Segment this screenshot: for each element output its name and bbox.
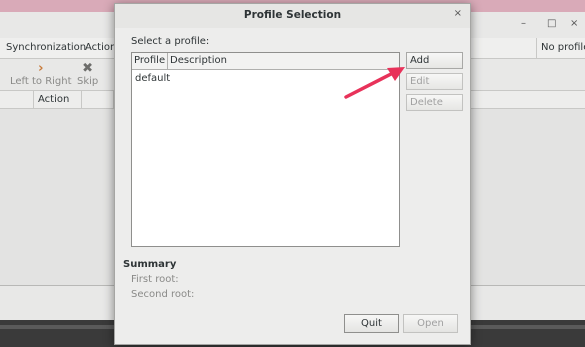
delete-button[interactable]: Delete (406, 94, 463, 111)
profile-indicator-label: No profile (541, 42, 585, 53)
chevron-right-icon: › (38, 61, 44, 76)
dialog-title: Profile Selection (243, 9, 342, 21)
annotation-arrow-icon (344, 67, 405, 99)
summary-heading: Summary (123, 259, 177, 270)
dialog-titlebar: Profile Selection × (115, 4, 470, 28)
edit-button[interactable]: Edit (406, 73, 463, 90)
left-to-right-label: Left to Right (10, 76, 72, 87)
column-header-profile[interactable]: Profile (132, 53, 168, 69)
menu-action[interactable]: Action (85, 42, 116, 53)
profile-selection-dialog: Profile Selection × Select a profile: Pr… (114, 3, 471, 345)
profile-indicator: No profile (536, 38, 585, 58)
menu-synchronization[interactable]: Synchronization (6, 42, 86, 53)
add-button[interactable]: Add (406, 52, 463, 69)
description-cell (168, 71, 171, 87)
skip-button[interactable]: ✖ Skip (77, 61, 99, 88)
maximize-button[interactable]: □ (547, 18, 556, 29)
column-header-extra[interactable] (82, 91, 114, 108)
second-root-label: Second root: (131, 289, 195, 300)
skip-label: Skip (77, 76, 99, 87)
minimize-button[interactable]: – (521, 18, 526, 29)
open-button[interactable]: Open (403, 314, 458, 333)
column-header-action[interactable]: Action (34, 91, 82, 108)
column-header-blank[interactable] (0, 91, 34, 108)
left-to-right-button[interactable]: › Left to Right (10, 61, 72, 88)
first-root-label: First root: (131, 274, 179, 285)
x-icon: ✖ (82, 61, 94, 76)
select-profile-label: Select a profile: (131, 36, 210, 47)
quit-button[interactable]: Quit (344, 314, 399, 333)
dialog-close-button[interactable]: × (454, 8, 462, 19)
profile-cell: default (135, 73, 171, 84)
window-close-button[interactable]: × (570, 18, 578, 29)
